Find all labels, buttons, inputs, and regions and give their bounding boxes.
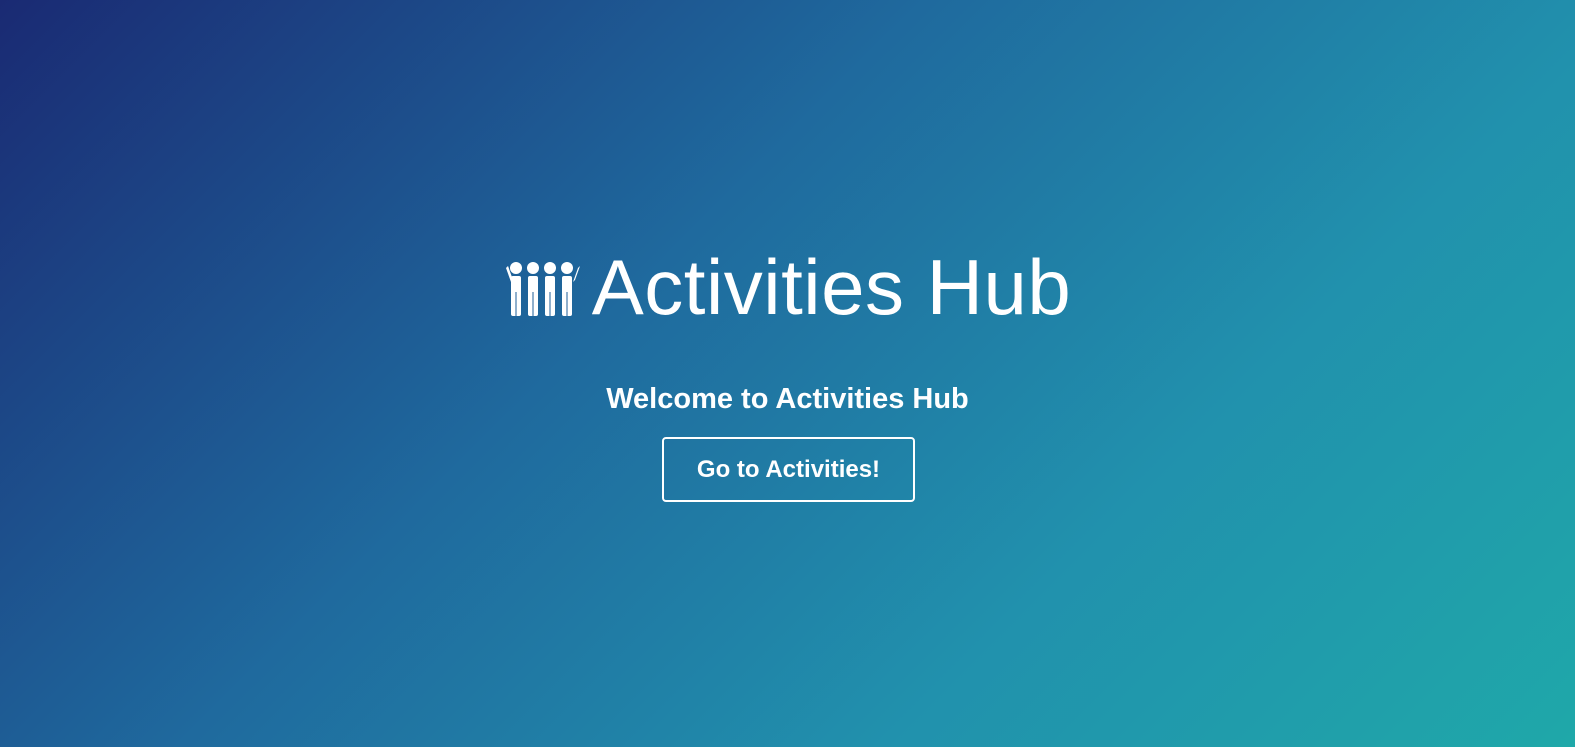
people-group-icon (505, 262, 580, 316)
hero-section: Activities Hub Welcome to Activities Hub… (0, 0, 1575, 747)
welcome-subtitle: Welcome to Activities Hub (606, 383, 969, 415)
brand-title-row: Activities Hub (0, 248, 1575, 326)
app-title: Activities Hub (591, 243, 1072, 331)
go-to-activities-button[interactable]: Go to Activities! (662, 437, 915, 502)
